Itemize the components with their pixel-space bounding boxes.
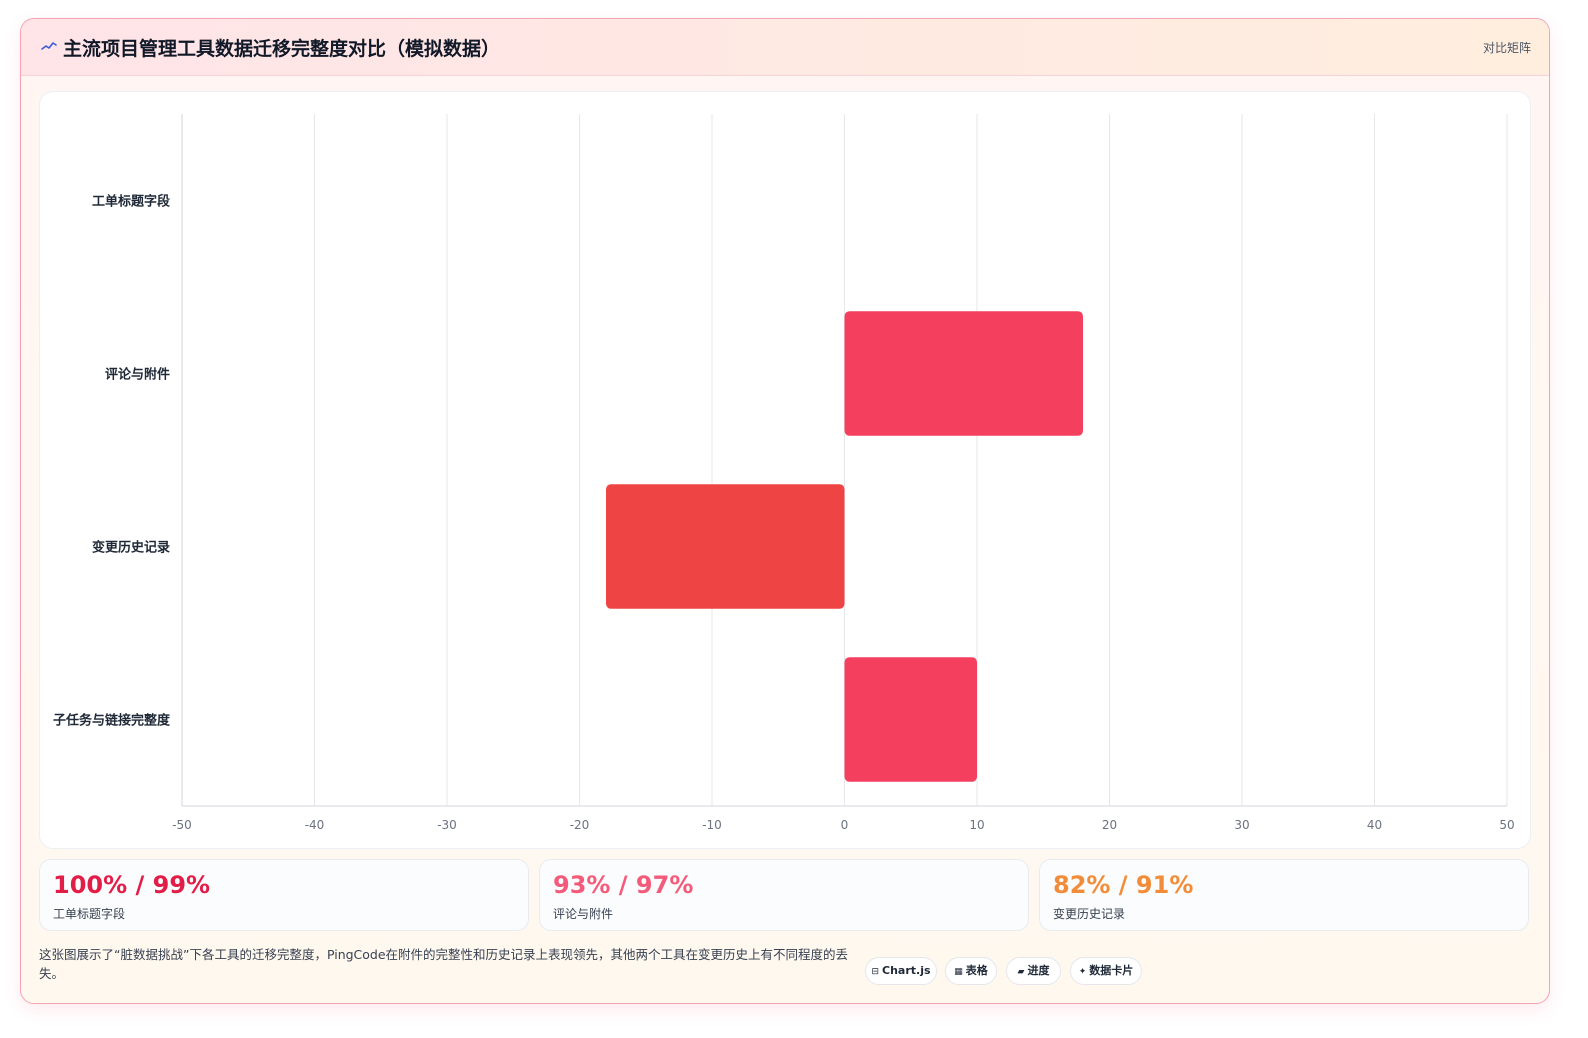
x-tick-label: 30: [1234, 818, 1249, 832]
x-tick-label: 50: [1499, 818, 1514, 832]
chip-table[interactable]: ▦ 表格: [945, 957, 997, 985]
y-category-label: 评论与附件: [105, 367, 170, 383]
x-tick-label: -20: [570, 818, 590, 832]
chip-data-card[interactable]: ✦ 数据卡片: [1070, 957, 1142, 985]
x-tick-label: -10: [702, 818, 722, 832]
chip-label: 进度: [1027, 964, 1050, 977]
dashboard-frame: 主流项目管理工具数据迁移完整度对比（模拟数据） 对比矩阵 -50 -40 -30 -2…: [20, 18, 1550, 1004]
chip-chartjs[interactable]: ⊟ Chart.js: [865, 957, 937, 985]
chip-progress[interactable]: ▰ 进度: [1006, 957, 1061, 985]
table-icon: ▦: [954, 967, 963, 977]
matrix-tag[interactable]: 对比矩阵: [1483, 39, 1531, 56]
stat-card-history[interactable]: 82% / 91% 变更历史记录: [1039, 859, 1529, 931]
bar-chart: -50 -40 -30 -20 -10 0 10 20 30 40 50 工单标题字段评论与附件变更历…: [53, 114, 1515, 832]
chip-label: 表格: [965, 964, 988, 977]
bar: [844, 311, 1083, 436]
chart-description: 这张图展示了“脏数据挑战”下各工具的迁移完整度，PingCode在附件的完整性和…: [39, 947, 849, 981]
stat-card-label: 变更历史记录: [1053, 907, 1126, 921]
chart-icon: ⊟: [871, 967, 880, 977]
x-tick-label: 40: [1367, 818, 1382, 832]
x-tick-label: -50: [172, 818, 192, 832]
stat-card-label: 工单标题字段: [53, 907, 126, 921]
y-category-label: 工单标题字段: [92, 194, 170, 210]
stat-card-value: 93% / 97%: [553, 871, 694, 899]
x-tick-label: -30: [437, 818, 457, 832]
x-tick-label: 10: [969, 818, 984, 832]
y-category-label: 变更历史记录: [92, 540, 170, 556]
bar: [844, 657, 977, 782]
stat-card-title-field[interactable]: 100% / 99% 工单标题字段: [39, 859, 529, 931]
stat-card-label: 评论与附件: [553, 907, 614, 921]
chip-label: Chart.js: [882, 964, 931, 977]
progress-icon: ▰: [1017, 967, 1025, 977]
chart-panel: -50 -40 -30 -20 -10 0 10 20 30 40 50 工单标题字段评论与附件变更历…: [39, 91, 1531, 849]
sparkle-icon: ✦: [1078, 967, 1087, 977]
page-title: 主流项目管理工具数据迁移完整度对比（模拟数据）: [63, 38, 501, 60]
header-bar: 主流项目管理工具数据迁移完整度对比（模拟数据） 对比矩阵: [21, 19, 1549, 76]
bar: [606, 484, 845, 609]
stat-cards: 100% / 99% 工单标题字段 93% / 97% 评论与附件 82% / …: [39, 859, 1529, 931]
trend-line-icon: [41, 42, 57, 50]
stat-card-value: 100% / 99%: [53, 871, 211, 899]
y-category-label: 子任务与链接完整度: [53, 713, 171, 729]
chip-label: 数据卡片: [1089, 964, 1134, 977]
x-tick-label: 20: [1102, 818, 1117, 832]
x-tick-label: 0: [841, 818, 849, 832]
x-tick-label: -40: [305, 818, 325, 832]
stat-card-comments[interactable]: 93% / 97% 评论与附件: [539, 859, 1029, 931]
stat-card-value: 82% / 91%: [1053, 871, 1194, 899]
